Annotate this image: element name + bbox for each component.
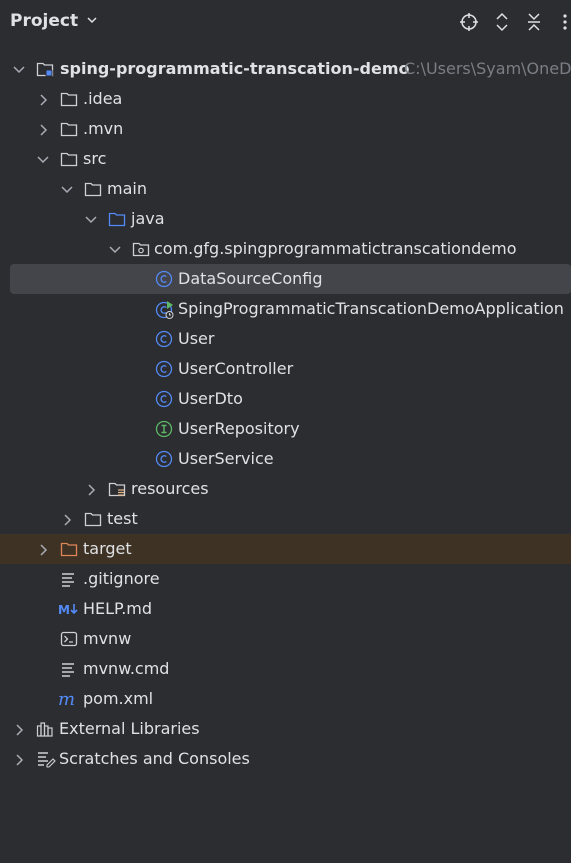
tree-node-label: java <box>131 209 165 228</box>
tree-node-target[interactable]: target <box>0 534 571 564</box>
tree-node-external-libraries[interactable]: External Libraries <box>0 714 571 744</box>
chevron-down-icon[interactable] <box>108 242 122 256</box>
folder-icon <box>60 90 78 108</box>
markdown-icon: M <box>58 600 80 618</box>
tree-node-resources[interactable]: resources <box>0 474 571 504</box>
tree-node-main[interactable]: main <box>0 174 571 204</box>
tree-node-package[interactable]: com.gfg.spingprogrammatictranscationdemo <box>0 234 571 264</box>
chevron-right-icon[interactable] <box>12 752 26 766</box>
tree-node-label: mvnw <box>83 629 132 648</box>
tree-node-src[interactable]: src <box>0 144 571 174</box>
folder-icon <box>84 180 102 198</box>
tree-node-label: main <box>107 179 147 198</box>
tree-node-label: .idea <box>83 89 123 108</box>
svg-text:M: M <box>58 603 70 617</box>
chevron-down-icon[interactable] <box>60 182 74 196</box>
chevron-down-icon[interactable] <box>36 152 50 166</box>
tree-node-label: User <box>178 329 215 348</box>
interface-icon <box>155 420 173 438</box>
svg-text:m: m <box>58 690 75 708</box>
chevron-down-icon[interactable] <box>84 212 98 226</box>
chevron-right-icon[interactable] <box>84 482 98 496</box>
tree-node-class-datasourceconfig[interactable]: DataSourceConfig <box>10 264 571 294</box>
tree-node-class-user[interactable]: User <box>0 324 571 354</box>
text-file-icon <box>60 570 78 588</box>
tree-node-interface-userrepository[interactable]: UserRepository <box>0 414 571 444</box>
locate-icon[interactable] <box>458 11 480 33</box>
chevron-down-icon <box>86 11 98 31</box>
tree-node-label: UserService <box>178 449 274 468</box>
folder-icon <box>84 510 102 528</box>
tree-node-help-md[interactable]: M HELP.md <box>0 594 571 624</box>
tree-node-label: mvnw.cmd <box>83 659 170 678</box>
collapse-all-icon[interactable] <box>523 11 545 33</box>
class-icon <box>155 330 173 348</box>
tree-node-mvnw[interactable]: mvnw <box>0 624 571 654</box>
project-path: C:\Users\Syam\OneDrive <box>404 59 571 78</box>
tree-node-label: DataSourceConfig <box>178 269 323 288</box>
class-icon <box>155 360 173 378</box>
tree-node-mvnw-cmd[interactable]: mvnw.cmd <box>0 654 571 684</box>
chevron-right-icon[interactable] <box>60 512 74 526</box>
tree-node-label: .mvn <box>83 119 124 138</box>
project-tool-window-header: Project <box>0 0 571 46</box>
tree-node-mvn[interactable]: .mvn <box>0 114 571 144</box>
class-icon <box>155 270 173 288</box>
scratches-icon <box>36 750 56 768</box>
tree-node-label: com.gfg.spingprogrammatictranscationdemo <box>154 239 517 258</box>
package-icon <box>132 240 150 258</box>
tree-node-label: target <box>83 539 132 558</box>
text-file-icon <box>60 660 78 678</box>
tree-node-scratches[interactable]: Scratches and Consoles <box>0 744 571 774</box>
tree-node-label: .gitignore <box>83 569 160 588</box>
library-icon <box>36 720 54 738</box>
tree-node-test[interactable]: test <box>0 504 571 534</box>
project-name: sping-programmatic-transcation-demo <box>60 59 410 78</box>
tree-node-class-usercontroller[interactable]: UserController <box>0 354 571 384</box>
folder-icon <box>60 150 78 168</box>
folder-icon <box>60 120 78 138</box>
tree-node-label: SpingProgrammaticTranscationDemoApplicat… <box>178 299 564 318</box>
tree-node-label: src <box>83 149 107 168</box>
tree-node-label: External Libraries <box>59 719 200 738</box>
tree-node-gitignore[interactable]: .gitignore <box>0 564 571 594</box>
project-title: Project <box>10 11 79 31</box>
chevron-down-icon[interactable] <box>12 62 26 76</box>
tree-node-label: HELP.md <box>83 599 153 618</box>
resources-folder-icon <box>108 480 126 498</box>
source-root-folder-icon <box>108 210 126 228</box>
tree-node-class-application[interactable]: SpingProgrammaticTranscationDemoApplicat… <box>0 294 571 324</box>
tree-node-idea[interactable]: .idea <box>0 84 571 114</box>
chevron-right-icon[interactable] <box>12 722 26 736</box>
chevron-right-icon[interactable] <box>36 542 50 556</box>
class-icon <box>155 390 173 408</box>
tree-node-java[interactable]: java <box>0 204 571 234</box>
expand-collapse-icon[interactable] <box>491 11 513 33</box>
more-icon[interactable] <box>558 11 571 33</box>
spring-boot-app-class-icon <box>155 300 174 319</box>
tree-node-class-userservice[interactable]: UserService <box>0 444 571 474</box>
tree-node-label: UserDto <box>178 389 243 408</box>
chevron-right-icon[interactable] <box>36 92 50 106</box>
maven-icon: m <box>58 689 80 710</box>
tree-node-pom-xml[interactable]: m pom.xml <box>0 684 571 714</box>
chevron-right-icon[interactable] <box>36 122 50 136</box>
tree-node-label: test <box>107 509 138 528</box>
tree-node-project-root[interactable]: sping-programmatic-transcation-demo C:\U… <box>0 54 571 84</box>
tree-node-label: pom.xml <box>83 689 154 708</box>
excluded-folder-icon <box>60 540 78 558</box>
module-folder-icon <box>36 60 54 78</box>
tree-node-class-userdto[interactable]: UserDto <box>0 384 571 414</box>
project-view-selector[interactable]: Project <box>10 11 98 31</box>
tree-node-label: UserController <box>178 359 294 378</box>
tree-node-label: UserRepository <box>178 419 300 438</box>
tree-node-label: Scratches and Consoles <box>59 749 250 768</box>
class-icon <box>155 450 173 468</box>
tree-node-label: resources <box>131 479 209 498</box>
shell-script-icon <box>60 630 78 648</box>
